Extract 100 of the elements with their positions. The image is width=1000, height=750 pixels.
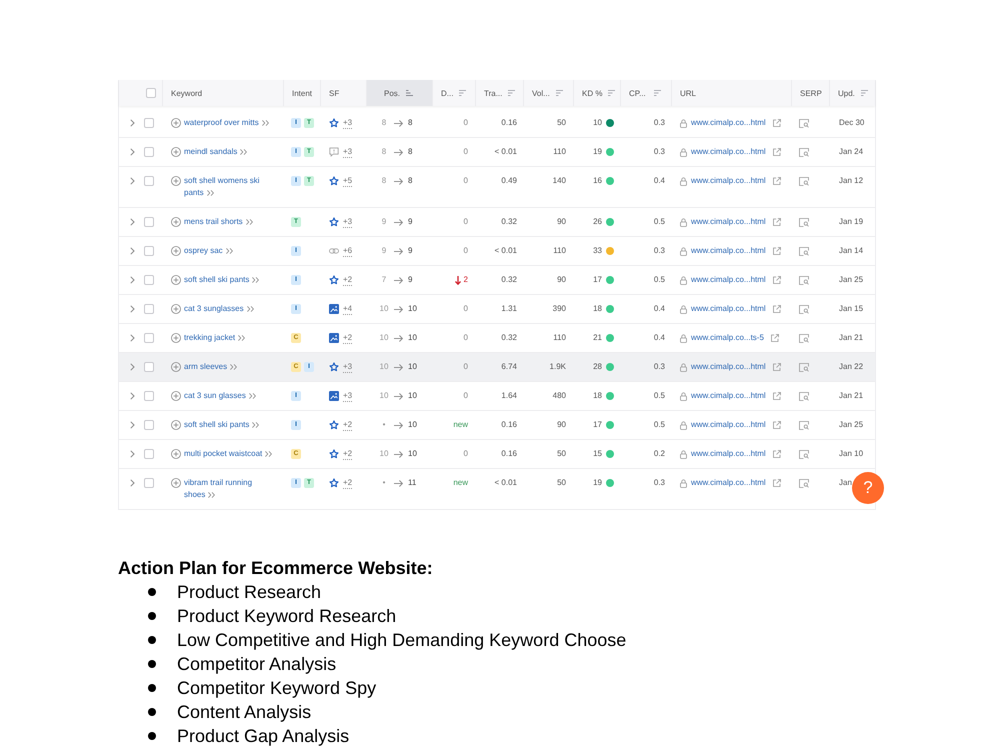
- column-header[interactable]: D...: [432, 80, 475, 106]
- column-header[interactable]: CP...: [620, 80, 671, 106]
- column-header[interactable]: Vol...: [523, 80, 573, 106]
- keyword-link[interactable]: cat 3 sunglasses: [184, 303, 254, 315]
- external-link-icon[interactable]: [772, 421, 781, 429]
- row-checkbox[interactable]: [144, 147, 154, 157]
- row-checkbox[interactable]: [144, 217, 154, 227]
- feature-count[interactable]: +3: [343, 362, 352, 372]
- double-chevron-icon[interactable]: [226, 248, 233, 254]
- serp-icon[interactable]: [799, 334, 809, 342]
- serp-icon[interactable]: [799, 304, 809, 314]
- double-chevron-icon[interactable]: [230, 364, 238, 370]
- serp-icon[interactable]: [799, 392, 809, 400]
- feature-count[interactable]: +5: [343, 176, 352, 186]
- serp-icon[interactable]: [799, 218, 809, 226]
- sort-icon[interactable]: [608, 90, 616, 96]
- row-checkbox[interactable]: [144, 275, 154, 285]
- plus-circle-icon[interactable]: [171, 333, 181, 343]
- plus-circle-icon[interactable]: [171, 176, 181, 186]
- row-checkbox[interactable]: [144, 420, 154, 430]
- feature-count[interactable]: +2: [343, 420, 352, 430]
- plus-circle-icon[interactable]: [171, 275, 181, 285]
- external-link-icon[interactable]: [772, 247, 781, 255]
- url-link[interactable]: www.cimalp.co...html: [691, 419, 766, 431]
- row-checkbox[interactable]: [144, 362, 154, 372]
- serp-icon[interactable]: [799, 362, 809, 372]
- row-checkbox[interactable]: [144, 478, 154, 488]
- row-checkbox[interactable]: [144, 246, 154, 256]
- chevron-right-icon[interactable]: [130, 479, 135, 487]
- double-chevron-icon[interactable]: [252, 276, 260, 282]
- plus-circle-icon[interactable]: [171, 246, 181, 256]
- keyword-link[interactable]: cat 3 sun glasses: [184, 390, 256, 402]
- url-link[interactable]: www.cimalp.co...html: [691, 361, 766, 373]
- sort-icon[interactable]: [556, 90, 563, 96]
- chevron-right-icon[interactable]: [130, 218, 135, 226]
- keyword-link[interactable]: arm sleeves: [184, 361, 238, 373]
- sort-icon[interactable]: [508, 90, 516, 96]
- row-checkbox[interactable]: [144, 118, 154, 128]
- double-chevron-icon[interactable]: [262, 120, 269, 126]
- feature-count[interactable]: +2: [343, 332, 352, 344]
- url-link[interactable]: www.cimalp.co...html: [691, 175, 766, 187]
- column-header[interactable]: Upd.: [829, 80, 875, 106]
- sort-icon[interactable]: [459, 90, 466, 96]
- keyword-link[interactable]: waterproof over mitts: [184, 117, 269, 129]
- sort-icon[interactable]: [654, 90, 661, 96]
- chevron-right-icon[interactable]: [130, 305, 135, 313]
- keyword-link[interactable]: meindl sandals: [184, 146, 248, 158]
- double-chevron-icon[interactable]: [265, 450, 272, 456]
- double-chevron-icon[interactable]: [246, 218, 253, 224]
- plus-circle-icon[interactable]: [171, 118, 181, 128]
- double-chevron-icon[interactable]: [208, 492, 216, 498]
- double-chevron-icon[interactable]: [206, 190, 214, 196]
- chevron-right-icon[interactable]: [130, 247, 135, 255]
- url-link[interactable]: www.cimalp.co...html: [691, 448, 766, 460]
- double-chevron-icon[interactable]: [246, 306, 254, 312]
- keyword-link[interactable]: multi pocket waistcoat: [184, 448, 272, 460]
- plus-circle-icon[interactable]: [171, 147, 181, 157]
- external-link-icon[interactable]: [772, 450, 781, 458]
- serp-icon[interactable]: [799, 118, 809, 128]
- plus-circle-icon[interactable]: [171, 217, 181, 227]
- double-chevron-icon[interactable]: [240, 148, 248, 154]
- keyword-link[interactable]: vibram trail running shoes: [184, 477, 274, 501]
- row-checkbox[interactable]: [144, 449, 154, 459]
- keyword-link[interactable]: osprey sac: [184, 245, 233, 257]
- chevron-right-icon[interactable]: [130, 392, 135, 400]
- url-link[interactable]: www.cimalp.co...ts-5: [691, 332, 764, 344]
- keyword-link[interactable]: trekking jacket: [184, 332, 246, 344]
- external-link-icon[interactable]: [772, 479, 781, 487]
- double-chevron-icon[interactable]: [238, 334, 246, 340]
- plus-circle-icon[interactable]: [171, 449, 181, 459]
- plus-circle-icon[interactable]: [171, 304, 181, 314]
- external-link-icon[interactable]: [772, 218, 781, 226]
- url-link[interactable]: www.cimalp.co...html: [691, 477, 766, 489]
- chevron-right-icon[interactable]: [130, 450, 135, 458]
- row-checkbox[interactable]: [144, 304, 154, 314]
- keyword-link[interactable]: soft shell womens ski pants: [184, 175, 274, 199]
- feature-count[interactable]: +4: [343, 304, 352, 314]
- url-link[interactable]: www.cimalp.co...html: [691, 216, 766, 228]
- keyword-link[interactable]: soft shell ski pants: [184, 274, 260, 286]
- external-link-icon[interactable]: [772, 119, 781, 127]
- select-all-checkbox[interactable]: [146, 88, 156, 98]
- feature-count[interactable]: +6: [343, 246, 352, 256]
- feature-count[interactable]: +3: [343, 146, 352, 158]
- chevron-right-icon[interactable]: [130, 148, 135, 156]
- url-link[interactable]: www.cimalp.co...html: [691, 245, 766, 257]
- row-checkbox[interactable]: [144, 333, 154, 343]
- row-checkbox[interactable]: [144, 176, 154, 186]
- row-checkbox[interactable]: [144, 391, 154, 401]
- serp-icon[interactable]: [799, 478, 809, 488]
- double-chevron-icon[interactable]: [248, 392, 256, 398]
- chevron-right-icon[interactable]: [130, 177, 135, 185]
- serp-icon[interactable]: [799, 176, 809, 186]
- keyword-link[interactable]: mens trail shorts: [184, 216, 253, 228]
- plus-circle-icon[interactable]: [171, 478, 181, 488]
- external-link-icon[interactable]: [772, 276, 781, 284]
- chevron-right-icon[interactable]: [130, 276, 135, 284]
- feature-count[interactable]: +3: [343, 118, 352, 128]
- feature-count[interactable]: +2: [343, 448, 352, 460]
- column-header[interactable]: Tra...: [475, 80, 523, 106]
- external-link-icon[interactable]: [770, 334, 779, 342]
